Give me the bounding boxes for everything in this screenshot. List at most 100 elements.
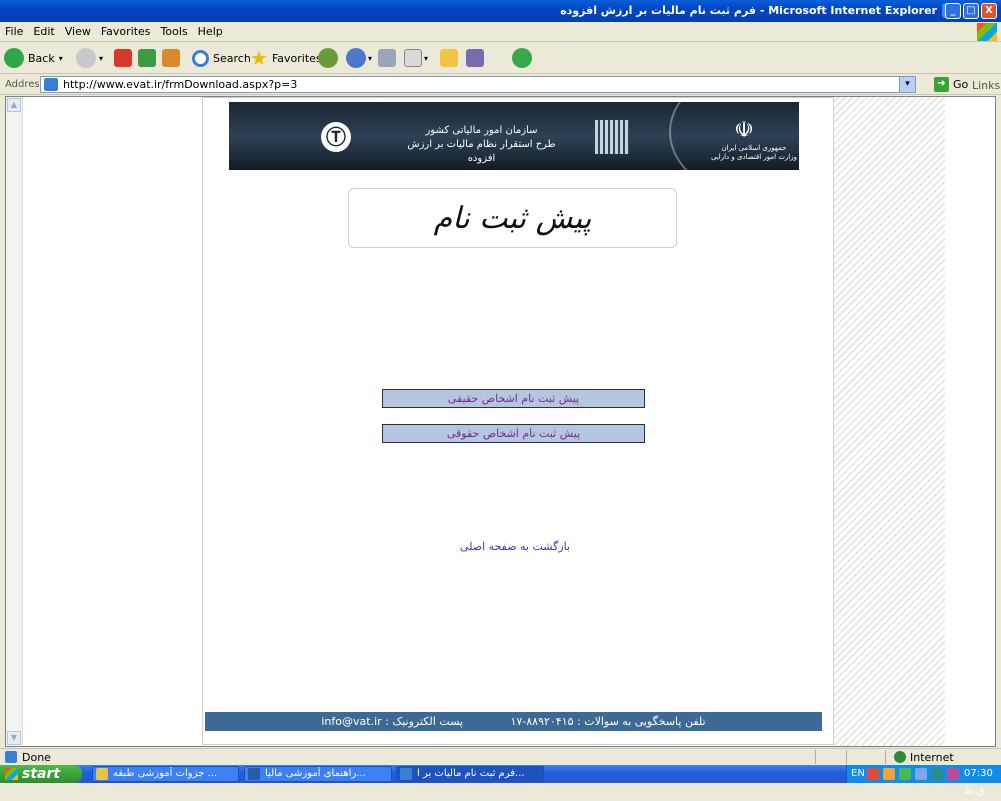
home-button[interactable] <box>162 47 180 69</box>
status-divider <box>815 750 816 764</box>
page-content: Ⓣ سازمان امور مالیاتی کشور طرح استقرار ن… <box>202 97 834 745</box>
go-button[interactable]: ➔ Go <box>934 77 968 92</box>
taskbar-item-active[interactable]: فرم ثبت نام مالیات بر ا... <box>396 766 544 782</box>
menu-view[interactable]: View <box>60 22 96 41</box>
vertical-scrollbar[interactable]: ▲ ▼ <box>6 97 23 746</box>
address-label: Address <box>5 79 45 90</box>
status-divider <box>846 750 847 764</box>
tray-icon[interactable] <box>931 768 943 780</box>
iran-emblem-icon: ☫ <box>734 118 754 143</box>
favorites-button[interactable]: ★ Favorites <box>250 46 322 70</box>
mail-button[interactable]: ▾ <box>346 47 372 69</box>
back-button[interactable]: Back ▾ <box>4 47 63 69</box>
print-button[interactable] <box>378 47 396 69</box>
tray-icon[interactable] <box>947 768 959 780</box>
windows-flag-icon <box>5 768 18 780</box>
banner-gov-line1: جمهوری اسلامی ایران <box>721 144 787 152</box>
window-title: فرم ثبت نام مالیات بر ارزش افزوده - Micr… <box>560 4 937 17</box>
page-footer: تلفن پاسخگویی به سوالات : ۸۸۹۲۰۴۱۵-۱۷ پس… <box>205 712 822 731</box>
messenger-icon <box>512 48 532 68</box>
edit-icon <box>404 49 422 67</box>
back-label: Back <box>28 51 55 65</box>
history-icon <box>318 48 338 68</box>
refresh-button[interactable] <box>138 47 156 69</box>
menu-edit[interactable]: Edit <box>28 22 59 41</box>
menu-tools[interactable]: Tools <box>156 22 193 41</box>
stop-button[interactable] <box>114 47 132 69</box>
address-dropdown-icon[interactable]: ▾ <box>899 77 915 92</box>
tray-icon[interactable] <box>915 768 927 780</box>
page-heading: پیش ثبت نام <box>348 188 677 248</box>
messenger-button[interactable] <box>512 47 532 69</box>
footer-email: پست الکترونیک : info@vat.ir <box>321 715 463 728</box>
banner-gov-text: جمهوری اسلامی ایران وزارت امور اقتصادی و… <box>709 144 799 162</box>
folder-icon <box>96 768 108 780</box>
start-label: start <box>22 766 61 782</box>
address-input[interactable]: http://www.evat.ir/frmDownload.aspx?p=3 … <box>40 76 916 93</box>
status-text: Done <box>22 751 51 764</box>
mail-icon <box>346 48 366 68</box>
history-button[interactable] <box>318 47 338 69</box>
search-button[interactable]: Search <box>192 47 251 69</box>
title-bar: فرم ثبت نام مالیات بر ارزش افزوده - Micr… <box>0 0 1001 22</box>
taskbar-item-label: جزوات آموزشی طبقه ... <box>113 768 218 779</box>
favorites-star-icon: ★ <box>250 46 268 70</box>
close-button[interactable]: X <box>981 3 997 19</box>
go-arrow-icon: ➔ <box>934 77 949 92</box>
menu-bar: File Edit View Favorites Tools Help <box>0 22 1001 42</box>
edit-button[interactable]: ▾ <box>404 47 428 69</box>
taskbar-item-label: راهنمای آموزشی مالیا... <box>265 768 366 779</box>
taskbar: start جزوات آموزشی طبقه ... راهنمای آموز… <box>0 765 1001 797</box>
banner-gov-line2: وزارت امور اقتصادی و دارایی <box>710 153 798 161</box>
forward-button[interactable]: ▾ <box>76 47 103 69</box>
status-divider <box>885 750 886 764</box>
forward-arrow-icon <box>76 48 96 68</box>
tray-icon[interactable] <box>867 768 879 780</box>
tax-org-logo-icon: Ⓣ <box>321 122 351 152</box>
folder-icon <box>440 49 458 67</box>
pre-register-real-persons-button[interactable]: پیش ثبت نام اشخاص حقیقی <box>382 389 645 408</box>
banner-org-line1: سازمان امور مالیاتی کشور <box>425 125 538 136</box>
language-indicator[interactable]: EN <box>851 765 865 783</box>
windows-logo-icon <box>977 23 997 41</box>
back-to-home-link[interactable]: بازگشت به صفحه اصلی <box>435 540 595 553</box>
links-button[interactable]: Links <box>972 79 1000 92</box>
browser-viewport: ▲ ▼ Ⓣ سازمان امور مالیاتی کشور طرح استقر… <box>5 96 996 747</box>
taskbar-item[interactable]: جزوات آموزشی طبقه ... <box>92 766 239 782</box>
research-button[interactable] <box>466 47 484 69</box>
menu-help[interactable]: Help <box>193 22 228 41</box>
status-bar: Done Internet <box>0 748 1001 765</box>
refresh-icon <box>138 49 156 67</box>
go-label: Go <box>953 78 969 91</box>
pre-register-legal-persons-button[interactable]: پیش ثبت نام اشخاص حقوقی <box>382 424 645 443</box>
menu-file[interactable]: File <box>0 22 28 41</box>
maximize-button[interactable]: □ <box>963 3 979 19</box>
address-bar: Address http://www.evat.ir/frmDownload.a… <box>0 75 1001 95</box>
search-label: Search <box>213 51 251 65</box>
tray-icon[interactable] <box>899 768 911 780</box>
start-button[interactable]: start <box>0 765 82 783</box>
vat-emblem-icon <box>595 120 629 154</box>
home-icon <box>162 49 180 67</box>
toolbar: Back ▾ ▾ Search ★ Favorites ▾ ▾ <box>0 42 1001 74</box>
taskbar-item-label: فرم ثبت نام مالیات بر ا... <box>417 768 525 779</box>
minimize-button[interactable]: _ <box>945 3 961 19</box>
taskbar-item[interactable]: راهنمای آموزشی مالیا... <box>244 766 392 782</box>
scroll-down-icon[interactable]: ▼ <box>7 731 21 745</box>
ie-page-icon <box>400 768 412 780</box>
internet-zone-icon <box>894 751 906 763</box>
scroll-up-icon[interactable]: ▲ <box>7 98 21 112</box>
tray-icon[interactable] <box>883 768 895 780</box>
favorites-label: Favorites <box>271 51 322 65</box>
clock: 07:30 ق.ظ <box>964 768 993 797</box>
folder-button[interactable] <box>440 47 458 69</box>
print-icon <box>378 49 396 67</box>
decorative-stripes <box>833 97 945 746</box>
page-icon <box>44 78 58 91</box>
address-url: http://www.evat.ir/frmDownload.aspx?p=3 <box>63 78 298 91</box>
research-icon <box>466 49 484 67</box>
search-icon <box>192 49 209 67</box>
menu-favorites[interactable]: Favorites <box>96 22 156 41</box>
system-tray: EN 07:30 ق.ظ <box>846 765 1001 797</box>
stop-icon <box>114 49 132 67</box>
